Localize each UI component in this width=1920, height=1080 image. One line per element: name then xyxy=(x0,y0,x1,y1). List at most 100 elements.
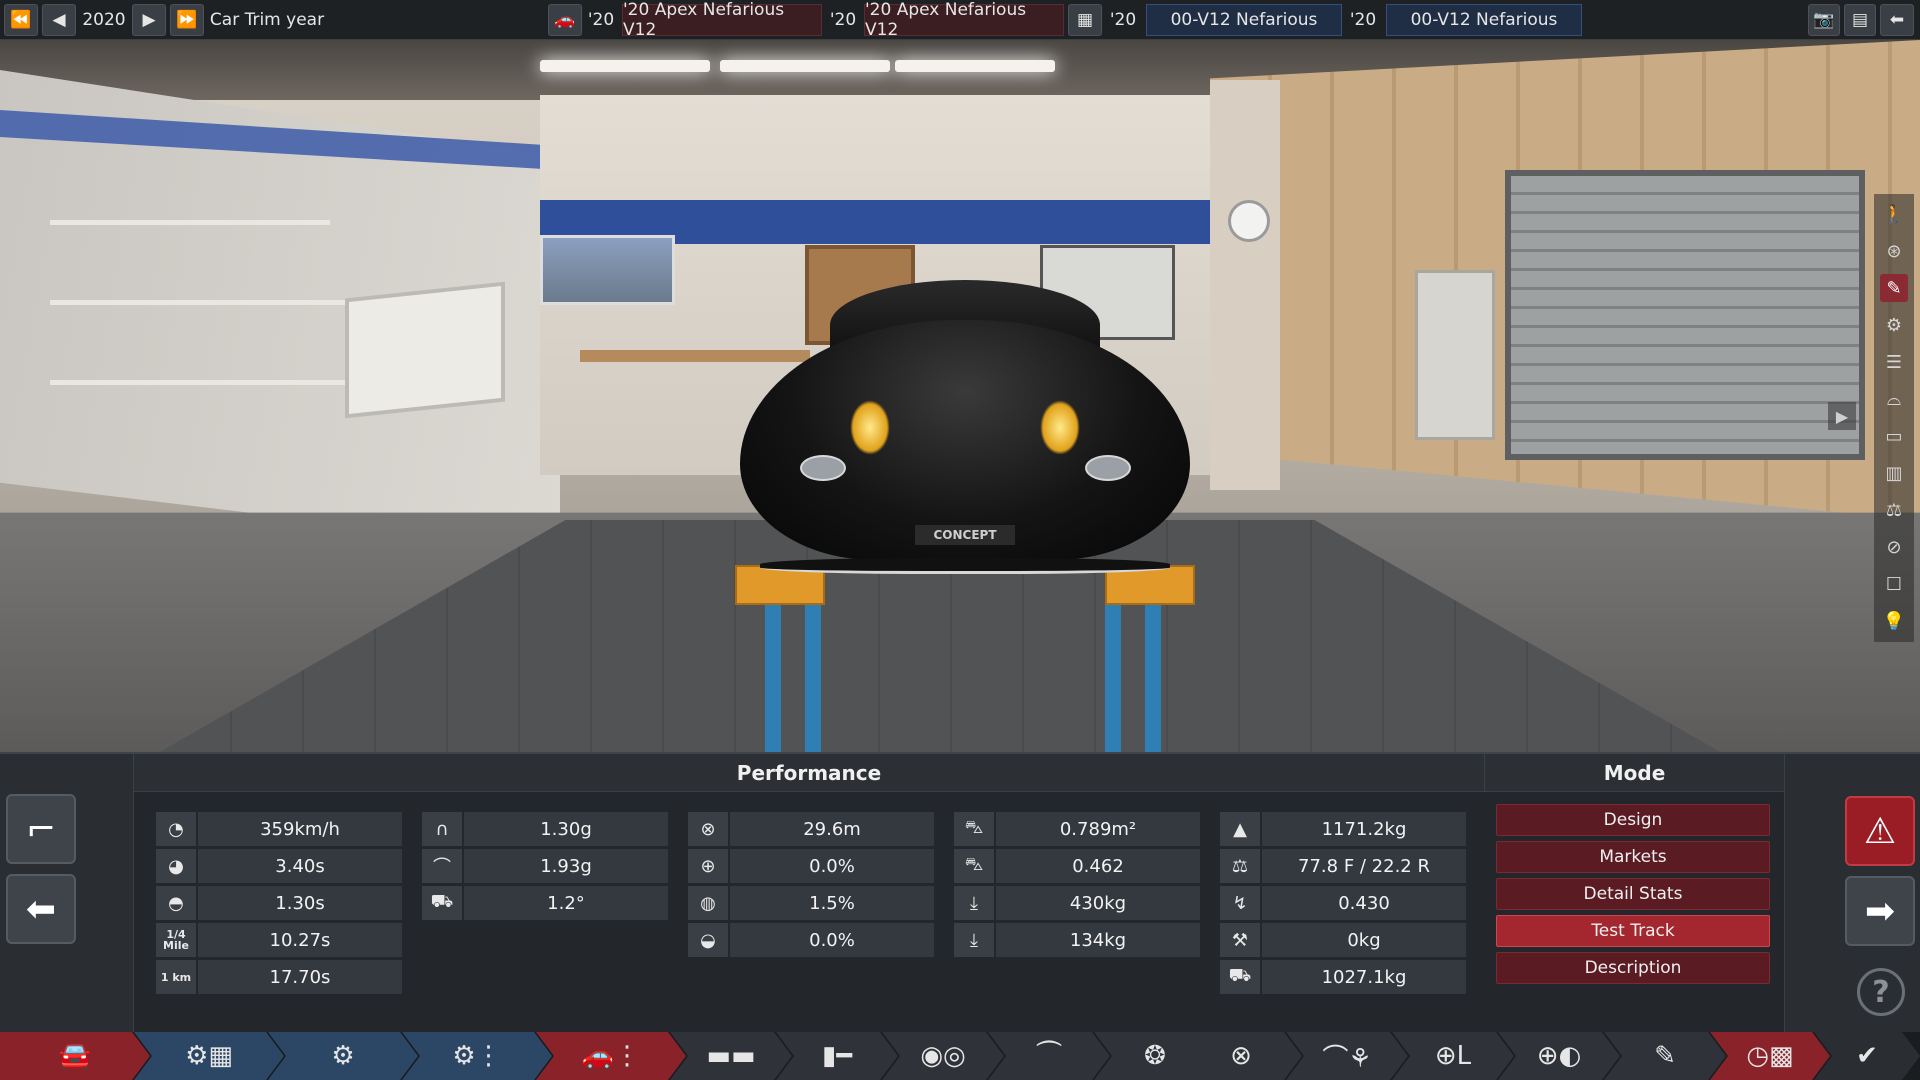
lighting-toggle[interactable]: 💡 xyxy=(1880,607,1908,635)
tab-drivetrain[interactable]: ⏜ xyxy=(988,1032,1110,1080)
next-year-button[interactable]: ▶ xyxy=(132,4,166,36)
tab-engine[interactable]: ⚙ xyxy=(268,1032,418,1080)
mode-detail-stats-button[interactable]: Detail Stats xyxy=(1496,878,1770,910)
fast-rewind-year-button[interactable]: ⏪ xyxy=(4,4,38,36)
back-button[interactable]: ⬅ xyxy=(6,874,76,944)
top-speed-value: 359km/h xyxy=(198,812,402,846)
engine-variant-selector[interactable]: 00-V12 Nefarious xyxy=(1386,4,1582,36)
tab-aero[interactable]: ⌒⚘ xyxy=(1286,1032,1408,1080)
engine-select-button[interactable]: ▦ xyxy=(1068,4,1102,36)
car-model[interactable]: CONCEPT xyxy=(740,280,1190,615)
previous-year-button[interactable]: ◀ xyxy=(42,4,76,36)
stat-row-frontal-area: ⛍ 0.789m² xyxy=(954,812,1200,846)
mode-design-button[interactable]: Design xyxy=(1496,804,1770,836)
chassis-view-toggle[interactable]: ☰ xyxy=(1880,348,1908,376)
driver-view-toggle[interactable]: 🚶 xyxy=(1880,200,1908,228)
grip-stats-column: ∩ 1.30g ⌒ 1.93g ⛟ 1.2° xyxy=(422,812,668,923)
engine-icon: ⚙ xyxy=(331,1041,355,1071)
tab-brakes[interactable]: ⊗ xyxy=(1180,1032,1302,1080)
brake-lock-value: 0.0% xyxy=(730,923,934,957)
mode-header: Mode xyxy=(1484,754,1784,792)
cargo-capacity-icon: ⛟ xyxy=(1220,960,1260,994)
garage-scene-view[interactable]: CONCEPT xyxy=(0,40,1920,752)
quarter-mile-icon: 1/4 Mile xyxy=(156,923,196,957)
tab-safety[interactable]: ⊕◐ xyxy=(1498,1032,1620,1080)
stat-row-lateral: ⌒ 1.93g xyxy=(422,849,668,883)
car-select-button[interactable]: 🚗 xyxy=(548,4,582,36)
engine-family-selector[interactable]: 00-V12 Nefarious xyxy=(1146,4,1342,36)
speed-stats-column: ◔ 359km/h ◕ 3.40s ◓ 1.30s 1/4 Mile 10.27… xyxy=(156,812,402,997)
hide-parts-toggle[interactable]: ⊘ xyxy=(1880,533,1908,561)
help-button[interactable]: ? xyxy=(1857,968,1905,1016)
grille-view-toggle[interactable]: ▥ xyxy=(1880,459,1908,487)
tab-fuel-system[interactable]: ✎ xyxy=(1604,1032,1726,1080)
shelf xyxy=(50,220,330,225)
lateral-grip-icon: ⌒ xyxy=(422,849,462,883)
stat-row-weight: ▲ 1171.2kg xyxy=(1220,812,1466,846)
calculator-button[interactable]: ▤ xyxy=(1844,4,1876,36)
tab-engine-family[interactable]: ⚙▦ xyxy=(134,1032,284,1080)
body-view-toggle[interactable]: ⌓ xyxy=(1880,385,1908,413)
downforce-rear-icon: ⤓ xyxy=(954,923,994,957)
frame-view-toggle[interactable]: ☐ xyxy=(1880,570,1908,598)
stat-row-downforce-rear: ⤓ 134kg xyxy=(954,923,1200,957)
stat-row-towing: ⚒ 0kg xyxy=(1220,923,1466,957)
suspension-view-toggle[interactable]: ⚖ xyxy=(1880,496,1908,524)
aero-icon: ⌒⚘ xyxy=(1322,1043,1372,1074)
design-stage-toolbar: 🚘 ⚙▦ ⚙ ⚙⋮ 🚗⋮ ▬▬ ▮━ ◉◎ ⏜ ❂ ⊗ ⌒⚘ ⊕L ⊕◐ ✎ ◷… xyxy=(0,1032,1920,1080)
screenshot-button[interactable]: 📷 xyxy=(1808,4,1840,36)
stat-row-brake-fade: ⊕ 0.0% xyxy=(688,849,934,883)
paint-view-toggle[interactable]: ✎ xyxy=(1880,274,1908,302)
brakes-icon: ⊗ xyxy=(1230,1041,1252,1071)
wheel-view-toggle[interactable]: ⊛ xyxy=(1880,237,1908,265)
shift-value: 1.30s xyxy=(198,886,402,920)
mode-description-button[interactable]: Description xyxy=(1496,952,1770,984)
tab-engine-tune[interactable]: ⚙⋮ xyxy=(402,1032,552,1080)
exit-button[interactable]: ⬅ xyxy=(1880,4,1914,36)
car-model-icon: 🚘 xyxy=(58,1041,92,1071)
distribution-value: 77.8 F / 22.2 R xyxy=(1262,849,1466,883)
tab-suspension[interactable]: ◉◎ xyxy=(882,1032,1004,1080)
paint-icon: ✎ xyxy=(1886,277,1902,299)
car-sketch-board xyxy=(345,281,505,419)
front-splitter xyxy=(760,558,1170,574)
fast-forward-year-button[interactable]: ⏩ xyxy=(170,4,204,36)
license-plate: CONCEPT xyxy=(915,525,1015,545)
arrow-right-icon: ➡ xyxy=(1864,890,1896,932)
tab-testing[interactable]: ◷▩ xyxy=(1710,1032,1830,1080)
brake-balance-icon: ◍ xyxy=(688,886,728,920)
camera-angle-button[interactable]: ⌐ xyxy=(6,794,76,864)
stat-row-distribution: ⚖ 77.8 F / 22.2 R xyxy=(1220,849,1466,883)
chassis-icon: ☰ xyxy=(1885,351,1903,373)
drag-coefficient-icon: ⛍ xyxy=(954,849,994,883)
suspension-icon: ⚖ xyxy=(1885,499,1903,521)
interior-view-toggle[interactable]: ▭ xyxy=(1880,422,1908,450)
engine-view-toggle[interactable]: ⚙ xyxy=(1880,311,1908,339)
interior-icon: ⊕L xyxy=(1434,1041,1472,1071)
car-icon: 🚗 xyxy=(554,10,576,30)
previous-icon: ◀ xyxy=(52,10,66,30)
tab-car-model[interactable]: 🚘 xyxy=(0,1032,150,1080)
tab-body[interactable]: ▬▬ xyxy=(670,1032,792,1080)
warning-button[interactable]: ⚠ xyxy=(1845,796,1915,866)
tab-chassis[interactable]: ▮━ xyxy=(776,1032,898,1080)
wall-clock xyxy=(1228,200,1270,242)
mode-test-track-button[interactable]: Test Track xyxy=(1496,915,1770,947)
drag-value: 0.462 xyxy=(996,849,1200,883)
car-model-selector[interactable]: '20 Apex Nefarious V12 xyxy=(622,0,822,40)
braking-distance-icon: ⊗ xyxy=(688,812,728,846)
slot3-year: '20 xyxy=(1109,10,1137,30)
weight-icon: ▲ xyxy=(1220,812,1260,846)
fuel-system-icon: ✎ xyxy=(1654,1041,1676,1071)
drivetrain-icon: ⏜ xyxy=(1036,1040,1062,1071)
tab-car-trim[interactable]: 🚗⋮ xyxy=(536,1032,686,1080)
next-button[interactable]: ➡ xyxy=(1845,876,1915,946)
car-trim-selector[interactable]: '20 Apex Nefarious V12 xyxy=(864,0,1064,40)
downforce-front-icon: ⤓ xyxy=(954,886,994,920)
testing-icon: ◷▩ xyxy=(1746,1041,1794,1071)
tab-interior[interactable]: ⊕L xyxy=(1392,1032,1514,1080)
expand-side-strip-button[interactable]: ▶ xyxy=(1828,402,1856,430)
mode-markets-button[interactable]: Markets xyxy=(1496,841,1770,873)
no-entry-icon: ⊘ xyxy=(1886,536,1902,558)
body-roll-icon: ⛟ xyxy=(422,886,462,920)
